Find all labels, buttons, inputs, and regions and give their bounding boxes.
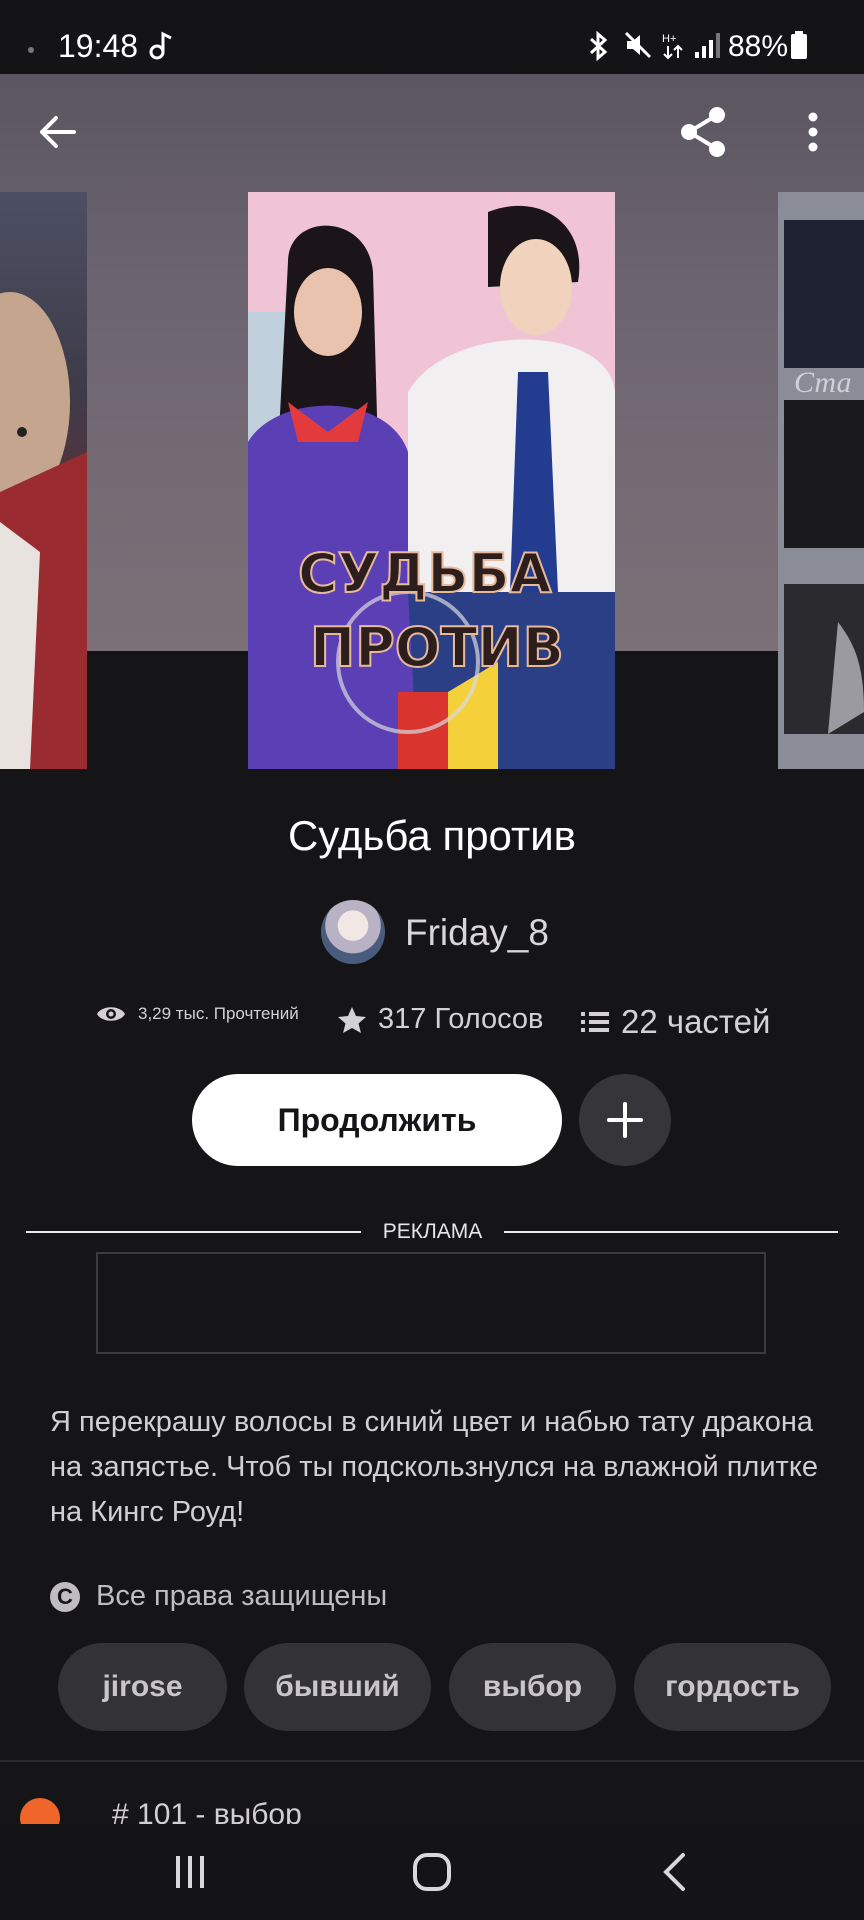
ranking-icon — [20, 1798, 60, 1824]
cover-current-art: СУДЬБА ПРОТИВ — [248, 192, 615, 769]
copyright-label: Все права защищены — [96, 1580, 388, 1612]
battery-icon — [790, 30, 808, 67]
recent-apps-button[interactable] — [130, 1824, 250, 1920]
system-nav-bar — [0, 1824, 864, 1920]
signal-icon — [693, 30, 721, 67]
back-nav-button[interactable] — [614, 1824, 734, 1920]
bluetooth-icon — [588, 30, 610, 69]
recent-apps-icon — [176, 1856, 204, 1888]
section-divider — [0, 1760, 864, 1762]
tag-chip[interactable]: jirose — [58, 1643, 227, 1731]
notification-dot — [28, 47, 34, 53]
star-icon — [338, 1006, 366, 1033]
data-icon: H+ — [662, 30, 686, 67]
share-button[interactable] — [674, 102, 734, 162]
home-button[interactable] — [372, 1824, 492, 1920]
stat-votes: 317 Голосов — [338, 1003, 543, 1036]
ad-label: РЕКЛАМА — [382, 1220, 483, 1243]
cover-previous[interactable] — [0, 192, 87, 769]
arrow-left-icon — [40, 116, 76, 148]
cover-previous-art — [0, 292, 87, 769]
home-icon — [413, 1853, 451, 1891]
copyright-icon: C — [50, 1581, 80, 1612]
ranking-row[interactable]: # 101 - выбор — [20, 1798, 302, 1824]
book-description: Я перекрашу волосы в синий цвет и набью … — [50, 1406, 818, 1528]
cover-title-line1: СУДЬБА — [298, 542, 552, 605]
cover-next[interactable]: Ста — [778, 192, 864, 769]
ranking-label: # 101 - выбор — [112, 1798, 302, 1824]
stat-reads: 3,29 тыс. Прочтений — [96, 1003, 299, 1025]
music-note-icon — [148, 30, 174, 67]
stat-votes-label: 317 Голосов — [378, 1003, 544, 1035]
ad-divider-left — [26, 1231, 361, 1233]
book-title: Судьба против — [288, 812, 576, 859]
add-to-library-button[interactable] — [579, 1074, 671, 1166]
tag-chip[interactable]: бывший — [244, 1643, 431, 1731]
author-name[interactable]: Friday_8 — [405, 912, 549, 954]
list-icon — [581, 1012, 609, 1032]
stat-parts: 22 частей — [581, 1003, 770, 1041]
svg-text:Ста: Ста — [794, 366, 851, 399]
back-button[interactable] — [28, 102, 88, 162]
cover-title-line2: ПРОТИВ — [310, 616, 564, 679]
share-icon — [681, 107, 725, 157]
more-vertical-icon — [808, 112, 818, 152]
mute-icon — [623, 30, 653, 67]
plus-icon — [607, 1102, 643, 1138]
author-avatar[interactable] — [321, 900, 385, 964]
cover-next-art: Ста — [784, 220, 864, 734]
eye-icon — [97, 1007, 125, 1021]
ad-slot[interactable] — [96, 1252, 766, 1354]
more-button[interactable] — [783, 102, 843, 162]
tag-chip[interactable]: выбор — [449, 1643, 616, 1731]
status-bar: 19:48 H+ 88% — [0, 0, 864, 74]
stat-reads-label: 3,29 тыс. Прочтений — [138, 1004, 299, 1023]
ad-divider-right — [504, 1231, 838, 1233]
cover-current[interactable]: СУДЬБА ПРОТИВ — [248, 192, 615, 769]
stat-parts-label: 22 частей — [621, 1003, 771, 1040]
battery-percent: 88% — [728, 30, 789, 63]
back-chevron-icon — [663, 1853, 685, 1891]
tag-chip[interactable]: гордость — [634, 1643, 831, 1731]
continue-button[interactable]: Продолжить — [192, 1074, 562, 1166]
copyright-row: C Все права защищены — [50, 1580, 387, 1613]
status-time: 19:48 — [58, 28, 139, 64]
svg-text:H+: H+ — [662, 33, 676, 45]
